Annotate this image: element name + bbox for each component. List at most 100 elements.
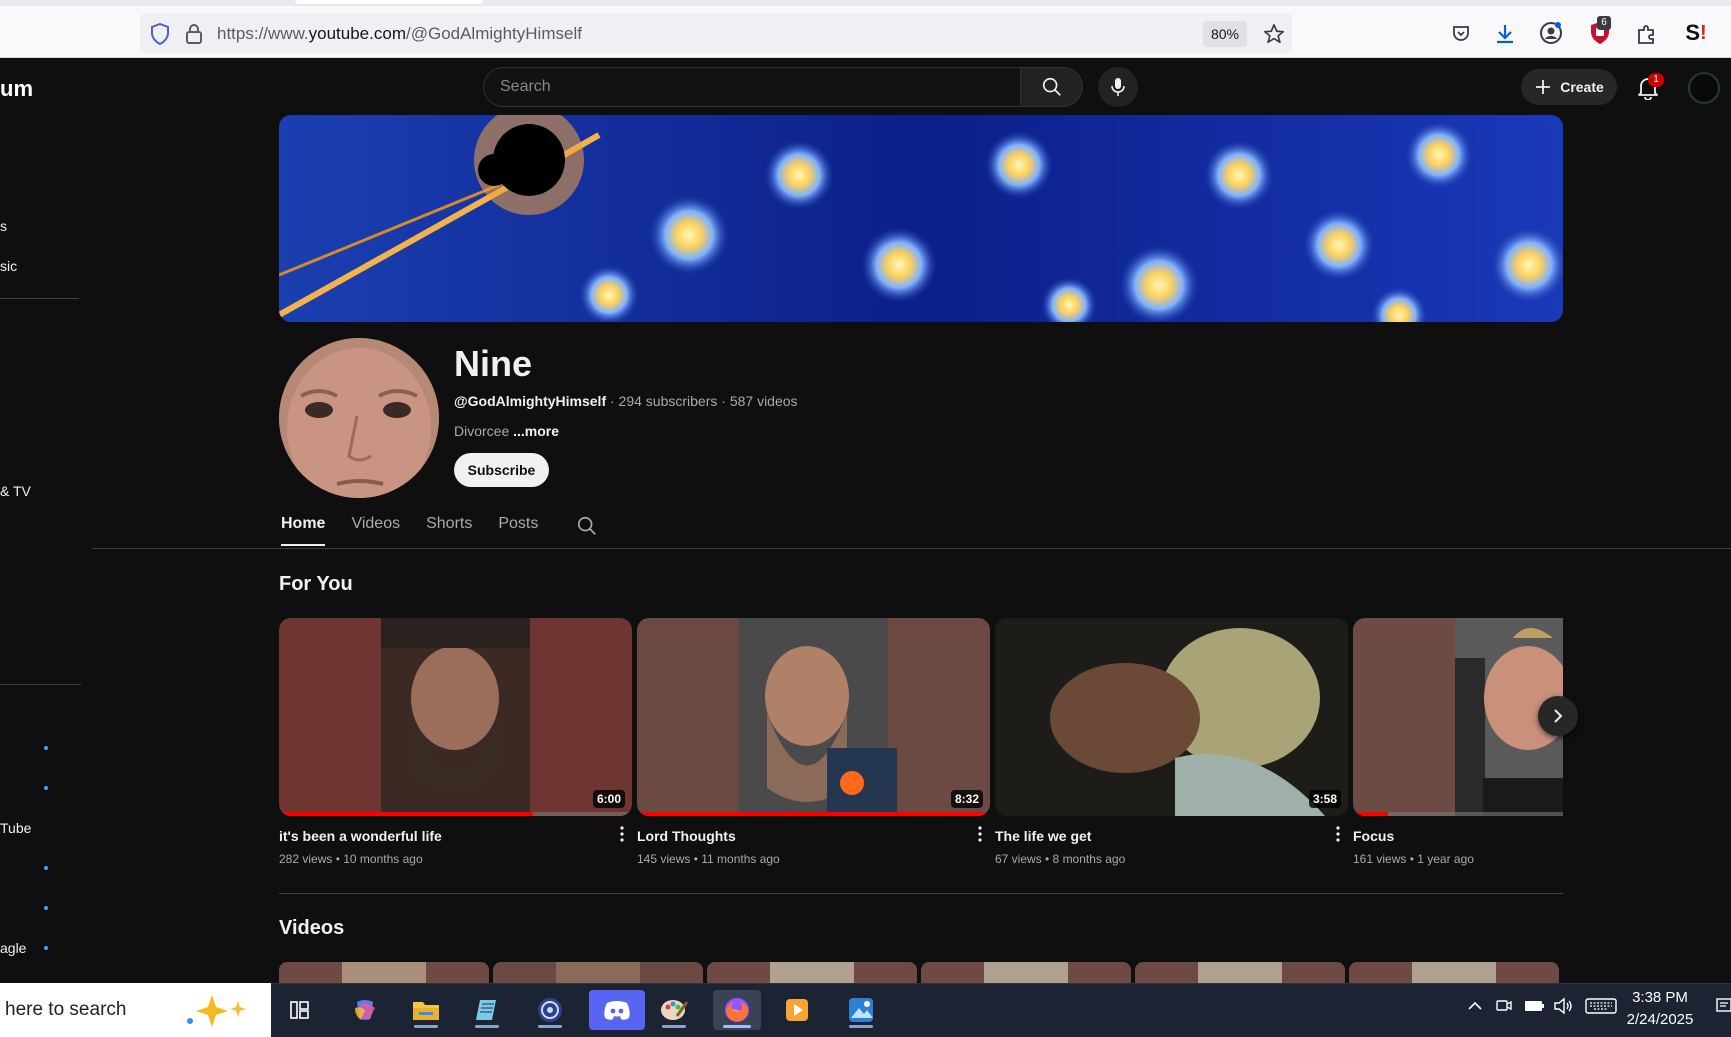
live-dot <box>44 746 48 750</box>
video-title[interactable]: Focus <box>1353 828 1563 844</box>
bookmark-star-icon[interactable] <box>1260 20 1288 48</box>
copilot-icon[interactable] <box>341 990 389 1030</box>
file-explorer-icon[interactable] <box>402 990 450 1030</box>
video-title[interactable]: it's been a wonderful life <box>279 828 632 844</box>
plus-icon <box>1536 80 1551 94</box>
tab-posts[interactable]: Posts <box>498 515 538 546</box>
tab-strip <box>0 0 1731 6</box>
video-title[interactable]: Lord Thoughts <box>637 828 990 844</box>
video-card[interactable]: Focus 161 views • 1 year ago <box>1353 618 1563 866</box>
live-dot <box>44 786 48 790</box>
extension-s-icon[interactable]: S! <box>1680 18 1712 48</box>
create-button[interactable]: Create <box>1521 69 1617 105</box>
url-text[interactable]: https://www.youtube.com/@GodAlmightyHims… <box>217 24 582 44</box>
running-indicator <box>538 1025 562 1028</box>
zoom-level-button[interactable]: 80% <box>1203 21 1247 47</box>
channel-avatar[interactable] <box>279 338 439 498</box>
more-options-icon[interactable] <box>614 823 630 845</box>
task-view-icon[interactable] <box>277 990 325 1030</box>
tab-home[interactable]: Home <box>281 515 326 546</box>
shelf-divider <box>279 893 1563 894</box>
account-icon[interactable] <box>1537 19 1565 47</box>
live-dot <box>44 946 48 950</box>
media-player-icon[interactable] <box>773 990 821 1030</box>
channel-name: Nine <box>454 343 533 384</box>
watch-progress <box>279 812 534 816</box>
video-card[interactable]: 8:32 Lord Thoughts 145 views • 11 months… <box>637 618 990 866</box>
taskbar-clock[interactable]: 3:38 PM 2/24/2025 <box>1620 987 1700 1031</box>
notifications-badge: 1 <box>1648 73 1664 87</box>
video-thumbnail[interactable] <box>1349 962 1559 984</box>
video-thumbnail[interactable] <box>1353 618 1563 816</box>
video-thumbnail[interactable]: 3:58 <box>995 618 1348 816</box>
video-meta: 282 views • 10 months ago <box>279 852 423 866</box>
pocket-icon[interactable] <box>1447 20 1475 48</box>
notifications-center-icon[interactable] <box>1716 997 1731 1022</box>
running-indicator <box>662 1025 686 1028</box>
video-card[interactable]: 6:00 it's been a wonderful life 282 view… <box>279 618 632 866</box>
video-thumbnail[interactable] <box>279 962 489 984</box>
tab-videos[interactable]: Videos <box>351 515 400 546</box>
video-card[interactable]: 3:58 The life we get 67 views • 8 months… <box>995 618 1348 866</box>
show-hidden-icons-chevron-icon[interactable] <box>1466 997 1484 1020</box>
sidebar-item-fragment[interactable]: Tube <box>0 820 31 836</box>
keyboard-icon[interactable] <box>1585 997 1617 1020</box>
channel-banner <box>279 115 1563 322</box>
firefox-icon[interactable] <box>713 990 761 1030</box>
watch-progress <box>1353 812 1389 816</box>
volume-icon[interactable] <box>1553 997 1573 1020</box>
channel-meta: @GodAlmightyHimself · 294 subscribers · … <box>454 393 798 409</box>
clock-time: 3:38 PM <box>1632 989 1688 1006</box>
sidebar-item-fragment[interactable]: sic <box>0 258 17 274</box>
video-duration: 8:32 <box>950 790 983 808</box>
photos-icon[interactable] <box>837 990 885 1030</box>
video-thumbnail[interactable] <box>1135 962 1345 984</box>
battery-icon[interactable] <box>1524 997 1546 1020</box>
video-meta: 145 views • 11 months ago <box>637 852 780 866</box>
channel-description[interactable]: Divorcee ...more <box>454 423 559 439</box>
ublock-badge: 6 <box>1597 16 1611 30</box>
search-icon <box>1042 77 1061 96</box>
video-thumbnail[interactable] <box>707 962 917 984</box>
watch-progress <box>637 812 990 816</box>
section-title-videos: Videos <box>279 917 345 939</box>
more-link[interactable]: ...more <box>513 423 559 439</box>
carousel-next-button[interactable] <box>1538 696 1578 736</box>
paint-icon[interactable] <box>650 990 698 1030</box>
search-box[interactable] <box>483 67 1020 107</box>
voice-search-button[interactable] <box>1098 67 1138 107</box>
clock-date: 2/24/2025 <box>1626 1011 1694 1028</box>
sidebar-item-fragment[interactable]: agle <box>0 940 26 956</box>
tab-shorts[interactable]: Shorts <box>426 515 472 546</box>
active-tab[interactable] <box>295 0 483 4</box>
discord-icon[interactable] <box>589 990 645 1030</box>
running-indicator <box>723 1025 751 1028</box>
downloads-icon[interactable] <box>1491 20 1519 48</box>
lock-icon[interactable] <box>182 22 206 46</box>
video-meta: 67 views • 8 months ago <box>995 852 1126 866</box>
video-title[interactable]: The life we get <box>995 828 1348 844</box>
more-options-icon[interactable] <box>1330 823 1346 845</box>
subscribe-button[interactable]: Subscribe <box>454 453 549 487</box>
search-button[interactable] <box>1020 67 1083 107</box>
description-text: Divorcee <box>454 423 514 439</box>
sidebar-item-fragment[interactable]: & TV <box>0 483 31 499</box>
sidebar-item-fragment[interactable]: s <box>0 218 7 234</box>
notepad-icon[interactable] <box>463 990 511 1030</box>
taskbar-search-box[interactable]: here to search <box>0 983 271 1037</box>
sidebar-divider <box>0 298 79 299</box>
youtube-logo-fragment[interactable]: um <box>0 76 33 102</box>
channel-search-button[interactable] <box>576 515 598 542</box>
tracking-shield-icon[interactable] <box>148 22 172 46</box>
channel-handle: @GodAlmightyHimself <box>454 393 607 409</box>
meet-now-icon[interactable] <box>1495 997 1513 1020</box>
video-thumbnail[interactable] <box>921 962 1131 984</box>
video-thumbnail[interactable]: 6:00 <box>279 618 632 816</box>
obs-icon[interactable] <box>526 990 574 1030</box>
more-options-icon[interactable] <box>972 823 988 845</box>
extensions-puzzle-icon[interactable] <box>1633 20 1661 48</box>
video-thumbnail[interactable] <box>493 962 703 984</box>
search-input[interactable] <box>500 78 980 96</box>
account-avatar[interactable] <box>1688 72 1720 104</box>
video-thumbnail[interactable]: 8:32 <box>637 618 990 816</box>
